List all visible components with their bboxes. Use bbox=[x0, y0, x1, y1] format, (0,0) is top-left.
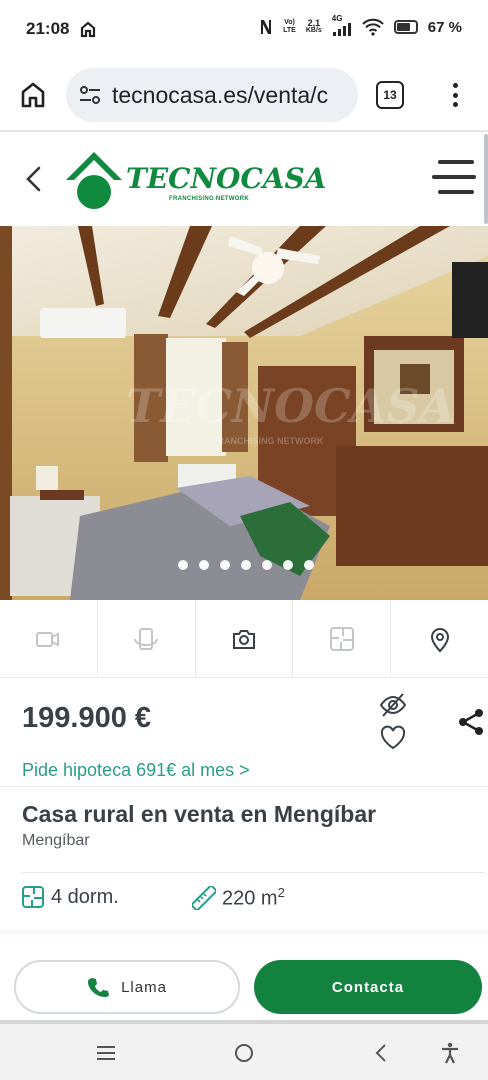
contact-button[interactable]: Contacta bbox=[254, 960, 482, 1014]
system-navigation-bar bbox=[0, 1024, 488, 1080]
home-nav-icon[interactable] bbox=[232, 1041, 256, 1065]
tab-switcher-button[interactable]: 13 bbox=[376, 81, 404, 109]
recents-icon[interactable] bbox=[94, 1041, 118, 1065]
battery-level: 67 % bbox=[427, 18, 462, 36]
home-icon[interactable] bbox=[18, 80, 48, 110]
tab-photos[interactable] bbox=[196, 600, 294, 677]
gallery-pagination[interactable] bbox=[178, 560, 314, 570]
site-settings-icon[interactable] bbox=[78, 83, 102, 107]
floor-plan-icon bbox=[329, 626, 354, 651]
tab-floor-plan[interactable] bbox=[293, 600, 392, 677]
gallery-dot[interactable] bbox=[262, 560, 272, 570]
back-icon[interactable] bbox=[22, 164, 46, 194]
photo-watermark-subtitle: FRANCHISING NETWORK bbox=[212, 436, 324, 446]
battery-icon bbox=[393, 20, 418, 34]
nfc-icon bbox=[261, 20, 272, 34]
listing-location: Mengíbar bbox=[22, 832, 90, 849]
status-time: 21:08 bbox=[26, 19, 70, 38]
media-tabs bbox=[0, 600, 488, 678]
address-bar[interactable]: tecnocasa.es/venta/c bbox=[66, 68, 358, 122]
feature-area: 220 m2 bbox=[192, 885, 285, 911]
tecnocasa-logo[interactable]: TECNOCASA FRANCHISING NETWORK bbox=[64, 150, 326, 212]
page-scrollbar[interactable] bbox=[484, 134, 488, 224]
phone-icon bbox=[88, 978, 110, 997]
network-volte: Vo) bbox=[284, 19, 295, 26]
divider bbox=[22, 872, 484, 873]
share-icon[interactable] bbox=[456, 707, 486, 737]
map-pin-icon bbox=[430, 627, 449, 652]
photo-watermark: TECNOCASA bbox=[126, 379, 455, 433]
gallery-dot[interactable] bbox=[199, 560, 209, 570]
divider bbox=[0, 786, 488, 787]
gallery-dot[interactable] bbox=[220, 560, 230, 570]
logo-title: TECNOCASA bbox=[126, 162, 327, 195]
ruler-icon bbox=[192, 885, 216, 910]
call-button-label: Llama bbox=[121, 978, 167, 996]
call-button[interactable]: Llama bbox=[14, 960, 240, 1014]
camera-icon bbox=[232, 629, 255, 649]
divider bbox=[0, 930, 488, 938]
url-text[interactable]: tecnocasa.es/venta/c bbox=[112, 82, 328, 109]
hamburger-menu-icon[interactable] bbox=[432, 160, 476, 194]
gallery-dot[interactable] bbox=[241, 560, 251, 570]
bedroom-photo: TECNOCASA FRANCHISING NETWORK bbox=[0, 226, 488, 600]
virtual-tour-icon bbox=[134, 627, 159, 650]
favorite-heart-icon[interactable] bbox=[379, 724, 407, 752]
gallery-dot[interactable] bbox=[283, 560, 293, 570]
area-value: 220 m2 bbox=[222, 885, 285, 911]
logo-house-icon bbox=[66, 152, 122, 209]
wifi-icon bbox=[362, 18, 384, 36]
data-speed-unit: KB/s bbox=[305, 27, 322, 34]
mortgage-link[interactable]: Pide hipoteca 691€ al mes > bbox=[22, 760, 250, 781]
network-lte: LTE bbox=[283, 27, 296, 34]
area-unit-exponent: 2 bbox=[277, 885, 285, 900]
gallery-dot[interactable] bbox=[178, 560, 188, 570]
property-photo[interactable]: TECNOCASA FRANCHISING NETWORK bbox=[0, 226, 488, 600]
back-nav-icon[interactable] bbox=[370, 1041, 394, 1065]
listing-price: 199.900 € bbox=[22, 702, 152, 734]
logo-subtitle: FRANCHISING NETWORK bbox=[169, 196, 250, 202]
accessibility-icon[interactable] bbox=[438, 1041, 462, 1065]
area-number: 220 m bbox=[222, 887, 278, 910]
tab-video[interactable] bbox=[0, 600, 98, 677]
status-bar: 21:08 Vo) LTE 2,1 KB/s 4G 67 % bbox=[0, 0, 488, 60]
feature-bedrooms: 4 dorm. bbox=[21, 885, 119, 909]
data-speed: 2,1 bbox=[307, 18, 321, 28]
floor-plan-icon bbox=[22, 886, 44, 908]
tab-map[interactable] bbox=[391, 600, 488, 677]
home-status-icon bbox=[80, 21, 96, 38]
tab-virtual-tour[interactable] bbox=[98, 600, 196, 677]
signal-icon bbox=[332, 23, 351, 36]
browser-toolbar: tecnocasa.es/venta/c 13 bbox=[0, 60, 488, 130]
video-icon bbox=[36, 631, 60, 647]
hide-listing-icon[interactable] bbox=[379, 691, 407, 719]
bedrooms-value: 4 dorm. bbox=[51, 885, 119, 908]
gallery-dot[interactable] bbox=[304, 560, 314, 570]
more-menu-icon[interactable] bbox=[448, 80, 462, 110]
listing-title: Casa rural en venta en Mengíbar bbox=[22, 801, 377, 827]
site-header: TECNOCASA FRANCHISING NETWORK bbox=[0, 132, 488, 226]
